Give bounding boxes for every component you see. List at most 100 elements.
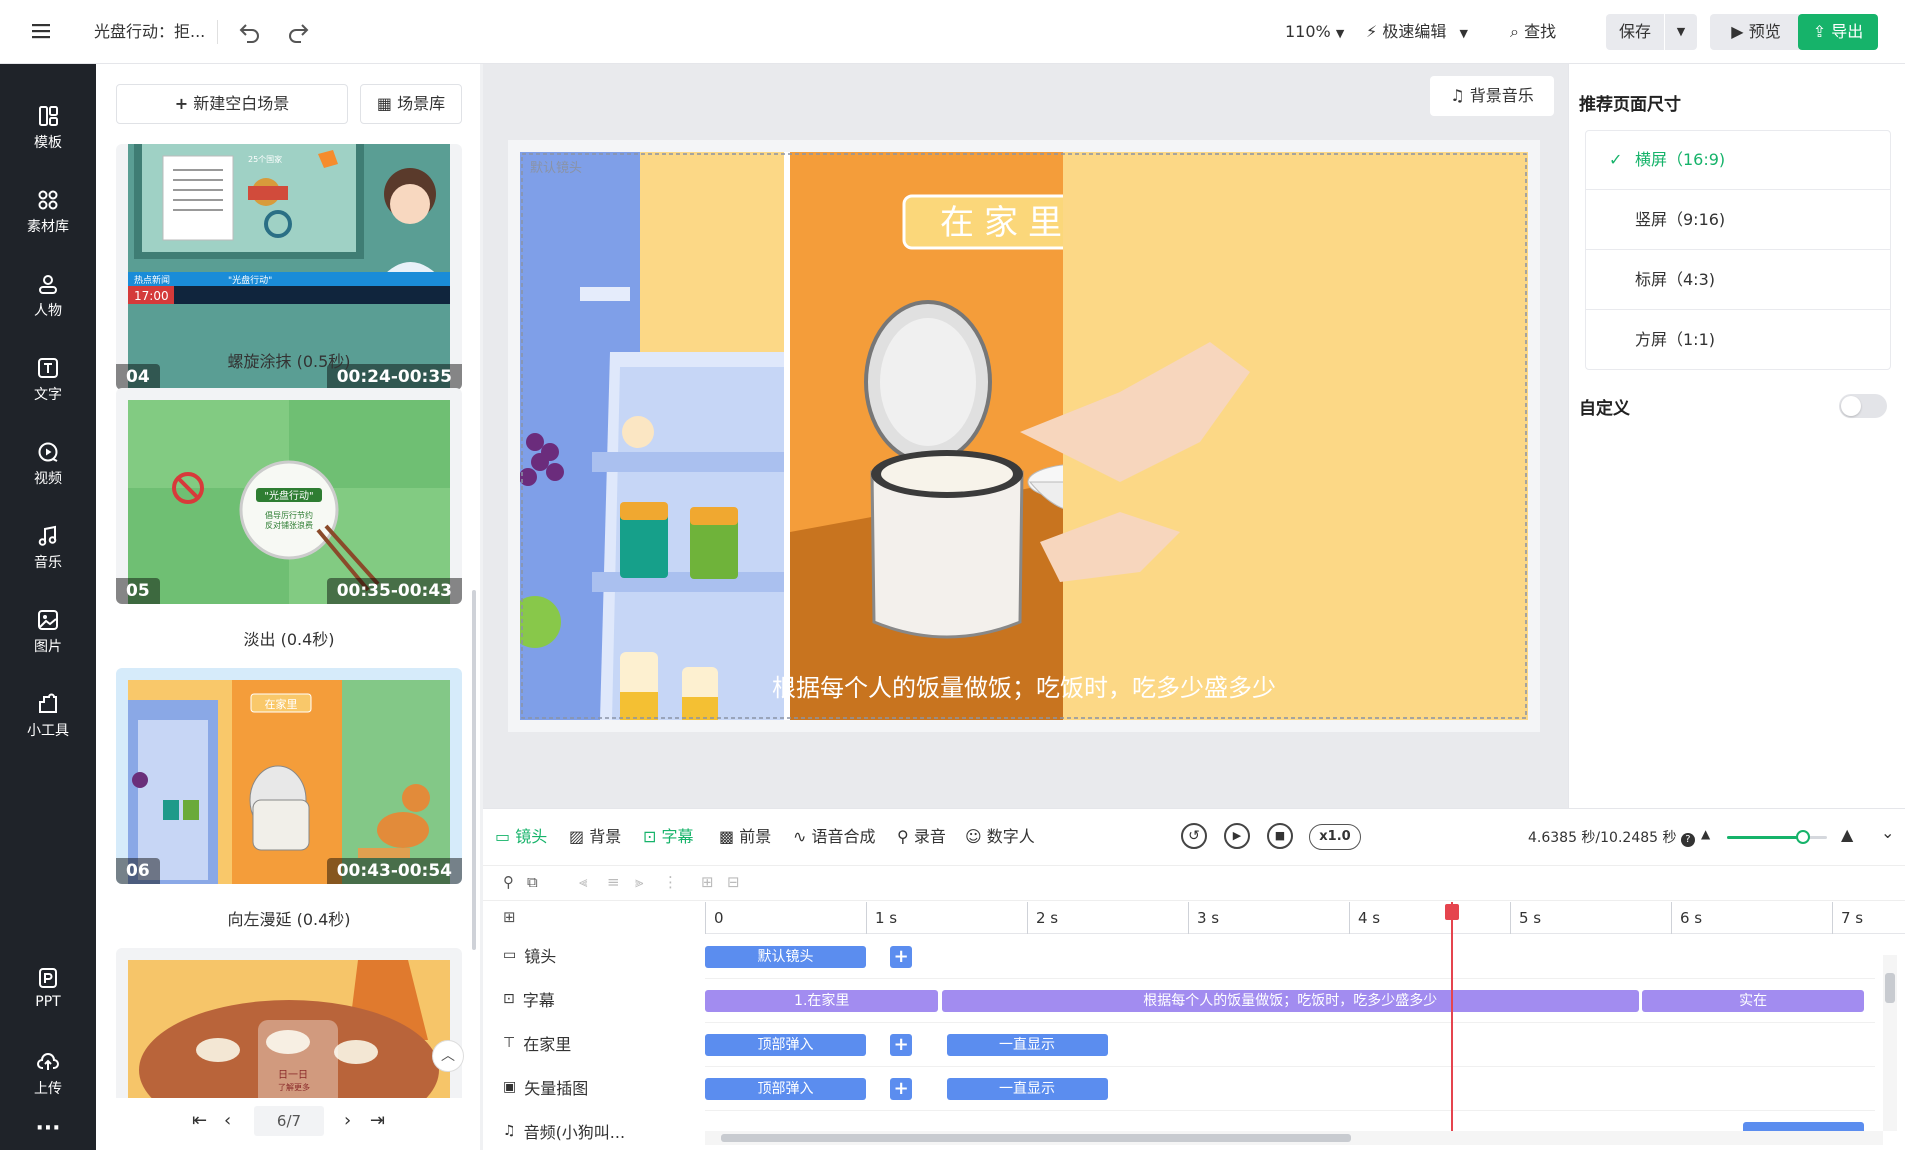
custom-size-toggle[interactable]	[1839, 394, 1887, 418]
size-option-16-9[interactable]: ✓ 横屏（16:9)	[1585, 130, 1891, 190]
stop-icon[interactable]: ■	[1267, 823, 1293, 849]
tab-digital-human[interactable]: ☺ 数字人	[965, 809, 1035, 865]
recommended-size-title: 推荐页面尺寸	[1579, 95, 1681, 115]
zoom-out-icon[interactable]: ▲	[1701, 827, 1710, 841]
rail-item-video[interactable]: 视频	[0, 440, 96, 510]
timeline-clip[interactable]: 一直显示	[946, 1078, 1108, 1100]
group-icon[interactable]: ⊞	[701, 873, 714, 891]
size-option-9-16[interactable]: 竖屏（9:16)	[1585, 190, 1891, 250]
align-center-icon[interactable]: ≡	[607, 873, 620, 891]
ungroup-icon[interactable]: ⊟	[727, 873, 740, 891]
export-label: 导出	[1831, 22, 1864, 41]
undo-icon[interactable]	[238, 20, 262, 44]
scene-thumbnail-06[interactable]: 在家里 06 00:43-00:54	[116, 668, 462, 884]
size-option-1-1[interactable]: 方屏（1:1)	[1585, 310, 1891, 370]
rail-item-ppt[interactable]: PPT	[0, 966, 96, 1036]
rail-label: 图片	[34, 639, 62, 655]
playhead-handle[interactable]	[1444, 904, 1459, 920]
play-icon[interactable]: ▶	[1224, 823, 1250, 849]
text-icon	[38, 358, 58, 378]
track-label-audio[interactable]: ♫ 音频(小狗叫...	[503, 1119, 625, 1143]
subtitle-icon: ⊡	[503, 991, 515, 1007]
subtitle-clip[interactable]: 1.在家里	[705, 990, 939, 1012]
rewind-icon[interactable]: ↺	[1181, 823, 1207, 849]
align-right-icon[interactable]: ⫸	[635, 873, 643, 891]
tools-icon	[39, 693, 57, 713]
scene-library-label: 场景库	[397, 94, 446, 113]
track-label-shot[interactable]: ▭ 镜头	[503, 943, 556, 967]
timeline-clip[interactable]: 一直显示	[946, 1034, 1108, 1056]
next-page-icon[interactable]: ›	[344, 1110, 351, 1131]
export-button[interactable]: ⇪ 导出	[1798, 14, 1878, 50]
add-clip-button[interactable]: +	[890, 946, 913, 968]
rail-item-music[interactable]: 音乐	[0, 524, 96, 594]
tab-shot[interactable]: ▭ 镜头	[495, 809, 547, 865]
rail-item-library[interactable]: 素材库	[0, 188, 96, 258]
add-clip-button[interactable]: +	[890, 1078, 913, 1100]
scrollbar-thumb[interactable]	[1885, 973, 1895, 1003]
track-label-subtitle[interactable]: ⊡ 字幕	[503, 987, 555, 1011]
playhead[interactable]	[1444, 902, 1459, 1138]
subtitle-clip[interactable]: 根据每个人的饭量做饭；吃饭时，吃多少盛多少	[941, 990, 1639, 1012]
speed-button[interactable]: x1.0	[1309, 824, 1361, 850]
track-label-vector[interactable]: ▣ 矢量插图	[503, 1075, 588, 1099]
rail-item-person[interactable]: 人物	[0, 272, 96, 342]
tab-background[interactable]: ▨ 背景	[569, 809, 621, 865]
tab-tts[interactable]: ∿ 语音合成	[793, 809, 876, 865]
scene-library-button[interactable]: ▦ 场景库	[360, 84, 462, 124]
track-label-text[interactable]: ⊤ 在家里	[503, 1031, 571, 1055]
rail-item-image[interactable]: 图片	[0, 608, 96, 678]
subtitle-clip[interactable]: 实在	[1642, 990, 1865, 1012]
filter-icon[interactable]: ⚲	[503, 873, 514, 891]
zoom-in-icon[interactable]: ▲	[1841, 825, 1853, 844]
layers-icon[interactable]: ⧉	[527, 873, 538, 891]
timeline-clip[interactable]: 默认镜头	[705, 946, 866, 968]
size-option-4-3[interactable]: 标屏（4:3)	[1585, 250, 1891, 310]
find-button[interactable]: ⌕ 查找	[1510, 0, 1556, 64]
video-icon	[38, 442, 58, 462]
prev-page-icon[interactable]: ‹	[224, 1110, 231, 1131]
track-settings-icon[interactable]: ⊞	[503, 908, 516, 926]
tab-record[interactable]: ⚲ 录音	[897, 809, 946, 865]
distribute-icon[interactable]: ⋮	[663, 873, 678, 891]
background-music-button[interactable]: ♫ 背景音乐	[1430, 76, 1554, 116]
time-ruler: 0 1 s 2 s 3 s 4 s 5 s 6 s 7 s	[705, 902, 1905, 934]
last-page-icon[interactable]: ⇥	[370, 1110, 385, 1131]
rail-label: 文字	[34, 387, 62, 403]
more-icon[interactable]: ···	[0, 1116, 96, 1141]
redo-icon[interactable]	[286, 20, 310, 44]
scrollbar-thumb[interactable]	[721, 1134, 1351, 1142]
collapse-icon[interactable]: ⌄	[1881, 823, 1894, 842]
add-clip-button[interactable]: +	[890, 1034, 913, 1056]
new-blank-scene-button[interactable]: + 新建空白场景	[116, 84, 348, 124]
scene-thumbnail-05[interactable]: "光盘行动" 倡导厉行节约 反对铺张浪费 05 00:35-00:43	[116, 388, 462, 604]
subtitle-icon: ⊡	[643, 827, 657, 846]
first-page-icon[interactable]: ⇤	[192, 1110, 207, 1131]
new-blank-label: 新建空白场景	[193, 94, 290, 113]
chevron-down-icon: ▼	[1676, 25, 1686, 38]
timeline-clip[interactable]: 顶部弹入	[705, 1078, 866, 1100]
save-dropdown-button[interactable]: ▼	[1665, 14, 1697, 50]
scroll-to-top-button[interactable]: ︿	[432, 1040, 464, 1072]
preview-button[interactable]: ▶ 预览	[1710, 14, 1802, 50]
menu-icon[interactable]	[30, 20, 52, 42]
save-button[interactable]: 保存	[1606, 14, 1664, 50]
page-indicator[interactable]: 6/7	[254, 1106, 324, 1136]
zoom-select[interactable]: 110% ▼	[1285, 0, 1344, 66]
align-left-icon[interactable]: ⫷	[579, 873, 587, 891]
timeline-horizontal-scrollbar[interactable]	[705, 1131, 1883, 1145]
zoom-slider-knob[interactable]	[1796, 830, 1810, 844]
tab-subtitle[interactable]: ⊡ 字幕	[643, 809, 694, 865]
timeline-zoom-slider[interactable]	[1727, 830, 1827, 844]
rail-item-template[interactable]: 模板	[0, 104, 96, 174]
timeline-vertical-scrollbar[interactable]	[1883, 955, 1897, 1131]
document-title[interactable]: 光盘行动：拒...	[94, 0, 205, 64]
tab-foreground[interactable]: ▩ 前景	[719, 809, 771, 865]
timeline-clip[interactable]: 顶部弹入	[705, 1034, 866, 1056]
rail-item-text[interactable]: 文字	[0, 356, 96, 426]
track-name: 镜头	[524, 947, 557, 966]
rail-item-upload[interactable]: 上传	[0, 1050, 96, 1120]
quick-edit-button[interactable]: ⚡ 极速编辑 ▼	[1366, 0, 1468, 66]
scene-panel-scrollbar[interactable]	[472, 590, 476, 950]
rail-item-tools[interactable]: 小工具	[0, 692, 96, 762]
